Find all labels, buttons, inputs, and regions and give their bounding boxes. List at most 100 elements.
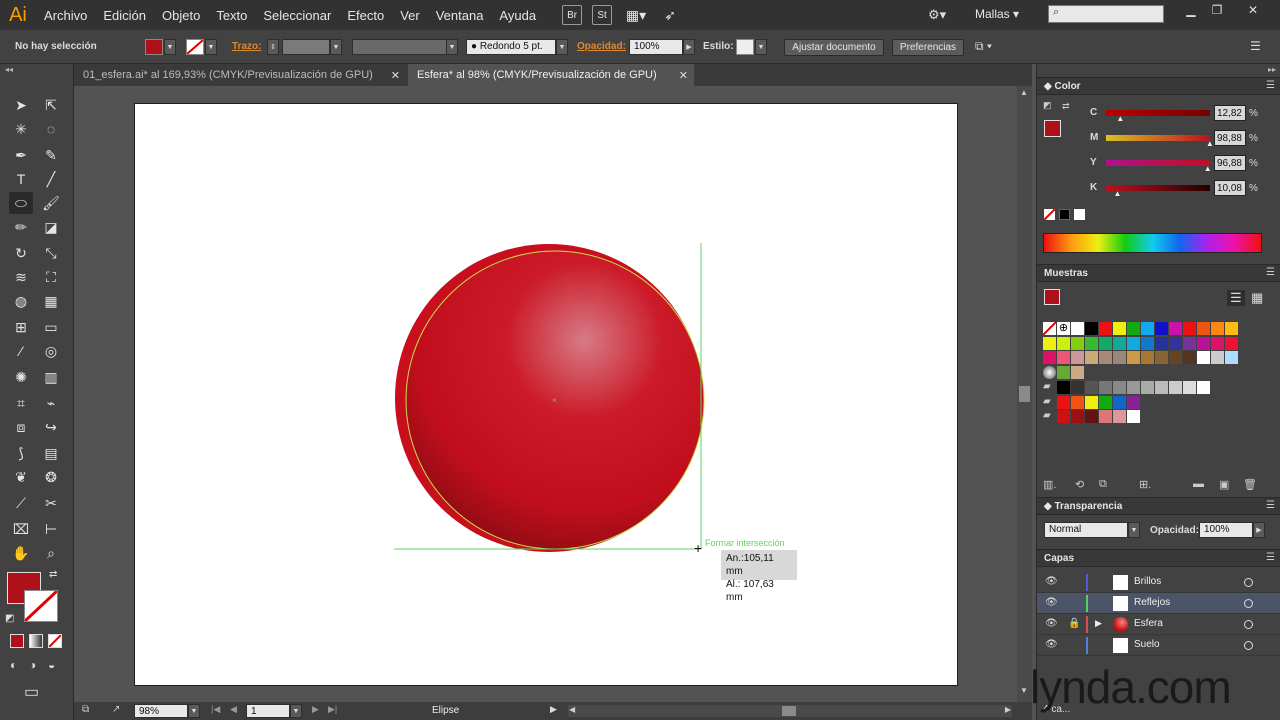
chart-tool-icon[interactable]: ▤ bbox=[39, 442, 63, 464]
tab-esfera[interactable]: Esfera* al 98% (CMYK/Previsualización de… bbox=[408, 64, 694, 86]
swatch[interactable] bbox=[1071, 336, 1084, 350]
swatch[interactable] bbox=[1197, 381, 1210, 394]
direct-selection-tool-icon[interactable]: ⇱ bbox=[39, 94, 63, 116]
eye-icon[interactable]: 👁 bbox=[1045, 618, 1058, 629]
swatch[interactable] bbox=[1141, 381, 1154, 394]
anchor-tool-icon[interactable]: ⟆ bbox=[9, 442, 33, 464]
close-icon[interactable]: ✕ bbox=[391, 69, 400, 82]
menu-efecto[interactable]: Efecto bbox=[339, 8, 392, 23]
swatch[interactable] bbox=[1099, 381, 1112, 394]
magic-wand-tool-icon[interactable]: ✳ bbox=[9, 118, 33, 140]
list-view-icon[interactable]: ☰ bbox=[1227, 290, 1245, 306]
swatch[interactable] bbox=[1043, 351, 1056, 364]
swatch[interactable] bbox=[1141, 336, 1154, 350]
adjust-document-button[interactable]: Ajustar documento bbox=[784, 39, 884, 56]
swatch[interactable] bbox=[1057, 381, 1070, 394]
hand-tool-icon[interactable]: ✋ bbox=[9, 542, 33, 564]
first-artboard-icon[interactable]: |◀ bbox=[211, 704, 220, 715]
panel-menu-icon[interactable]: ☰ bbox=[1266, 267, 1275, 278]
scroll-down-icon[interactable]: ▼ bbox=[1020, 686, 1028, 695]
stock-button[interactable]: St bbox=[592, 5, 613, 25]
scroll-thumb[interactable] bbox=[1019, 386, 1030, 402]
swatch[interactable] bbox=[1197, 351, 1210, 364]
next-artboard-icon[interactable]: ▶ bbox=[312, 704, 319, 715]
horizontal-scrollbar[interactable]: ◀ ▶ bbox=[568, 705, 1012, 717]
eye-icon[interactable]: 👁 bbox=[1045, 597, 1058, 608]
pencil-tool-icon[interactable]: ✏ bbox=[9, 216, 33, 238]
zoom-dropdown[interactable]: ▼ bbox=[188, 704, 200, 718]
help-search-input[interactable]: ⌕ bbox=[1048, 5, 1164, 23]
swatch[interactable] bbox=[1113, 395, 1126, 409]
variable-width-profile[interactable] bbox=[352, 39, 447, 55]
fill-dropdown[interactable]: ▼ bbox=[164, 39, 176, 55]
swatch[interactable] bbox=[1127, 410, 1140, 423]
slider-thumb[interactable]: ▲ bbox=[1116, 114, 1124, 123]
paintbrush-tool-icon[interactable]: 🖌 bbox=[39, 192, 63, 214]
selection-tool-icon[interactable]: ➤ bbox=[9, 94, 33, 116]
expand-triangle-icon[interactable]: ▶ bbox=[1095, 618, 1102, 629]
blend-mode-dropdown[interactable]: ▼ bbox=[1128, 522, 1140, 538]
scale-tool-icon[interactable]: ⤡ bbox=[39, 242, 63, 264]
fill-swatch[interactable] bbox=[145, 39, 163, 55]
color-panel-header[interactable]: ◆ Color ☰ bbox=[1037, 77, 1280, 95]
swatch[interactable] bbox=[1057, 365, 1070, 379]
target-circle-icon[interactable] bbox=[1244, 641, 1253, 650]
expand-panels-icon[interactable]: ▸▸ bbox=[1268, 65, 1276, 74]
swatch[interactable] bbox=[1127, 336, 1140, 350]
swatch[interactable] bbox=[1127, 395, 1140, 409]
collapse-icon[interactable]: ◂◂ bbox=[5, 65, 13, 74]
swatch[interactable] bbox=[1169, 351, 1182, 364]
swatch[interactable] bbox=[1127, 351, 1140, 364]
style-dropdown[interactable]: ▼ bbox=[755, 39, 767, 55]
swatch[interactable] bbox=[1085, 336, 1098, 350]
cmyk-value-m[interactable]: 98,88 bbox=[1214, 130, 1246, 146]
color-fill-preview[interactable] bbox=[1044, 120, 1061, 137]
swatch[interactable] bbox=[1141, 322, 1154, 335]
stroke-swatch[interactable] bbox=[186, 39, 204, 55]
swatch[interactable] bbox=[1085, 322, 1098, 335]
transparency-opacity-dropdown[interactable]: ▶ bbox=[1253, 522, 1265, 538]
stroke-weight-field[interactable] bbox=[282, 39, 330, 55]
swatch-options-icon[interactable]: ⧉ bbox=[1099, 478, 1107, 491]
minimize-button[interactable]: ▁ bbox=[1178, 2, 1204, 18]
vertical-scrollbar[interactable]: ▲ ▼ bbox=[1017, 86, 1032, 702]
layer-row[interactable]: 👁 Reflejos bbox=[1037, 593, 1280, 614]
swatch[interactable] bbox=[1071, 381, 1084, 394]
slice-tool-icon[interactable]: ⌁ bbox=[39, 392, 63, 414]
swatch[interactable] bbox=[1085, 351, 1098, 364]
brush-definition[interactable]: ● Redondo 5 pt. bbox=[466, 39, 556, 55]
brush-dropdown[interactable]: ▼ bbox=[556, 39, 568, 55]
swatch[interactable] bbox=[1057, 410, 1070, 423]
menu-texto[interactable]: Texto bbox=[208, 8, 255, 23]
stroke-dropdown[interactable]: ▼ bbox=[205, 39, 217, 55]
preferences-button[interactable]: Preferencias bbox=[892, 39, 964, 56]
status-menu-icon[interactable]: ▶ bbox=[550, 704, 557, 715]
color-group-folder-icon[interactable]: ▰ bbox=[1043, 396, 1056, 409]
swatch[interactable] bbox=[1183, 322, 1196, 335]
export-icon[interactable]: ↗ bbox=[112, 704, 120, 715]
swatch[interactable] bbox=[1043, 336, 1056, 350]
eye-icon[interactable]: 👁 bbox=[1045, 639, 1058, 650]
swatch[interactable] bbox=[1085, 395, 1098, 409]
ellipse-tool-icon[interactable]: ⬭ bbox=[9, 192, 33, 214]
registration-swatch-icon[interactable]: ⊕ bbox=[1057, 322, 1070, 335]
style-swatch[interactable] bbox=[736, 39, 754, 55]
control-panel-menu-icon[interactable]: ☰ bbox=[1250, 39, 1261, 53]
black-swatch[interactable] bbox=[1059, 209, 1070, 220]
swatch[interactable] bbox=[1113, 410, 1126, 423]
menu-seleccionar[interactable]: Seleccionar bbox=[255, 8, 339, 23]
zoom-field[interactable]: 98% bbox=[134, 704, 188, 718]
target-circle-icon[interactable] bbox=[1244, 578, 1253, 587]
color-group-folder-icon[interactable]: ▰ bbox=[1043, 381, 1056, 394]
free-transform-tool-icon[interactable]: ⛶ bbox=[39, 266, 63, 288]
cmyk-slider-k[interactable] bbox=[1106, 185, 1210, 191]
menu-edicion[interactable]: Edición bbox=[95, 8, 154, 23]
swatch[interactable] bbox=[1057, 351, 1070, 364]
swatch[interactable] bbox=[1155, 351, 1168, 364]
artboard-tool-icon[interactable]: ⌗ bbox=[9, 392, 33, 414]
swatch[interactable] bbox=[1099, 322, 1112, 335]
symbol-sprayer-tool-icon[interactable]: ✺ bbox=[9, 366, 33, 388]
reshape-tool-icon[interactable]: ↪ bbox=[39, 416, 63, 438]
scroll-left-icon[interactable]: ◀ bbox=[569, 705, 575, 714]
workspace-switcher[interactable]: Mallas ▾ bbox=[975, 7, 1019, 21]
